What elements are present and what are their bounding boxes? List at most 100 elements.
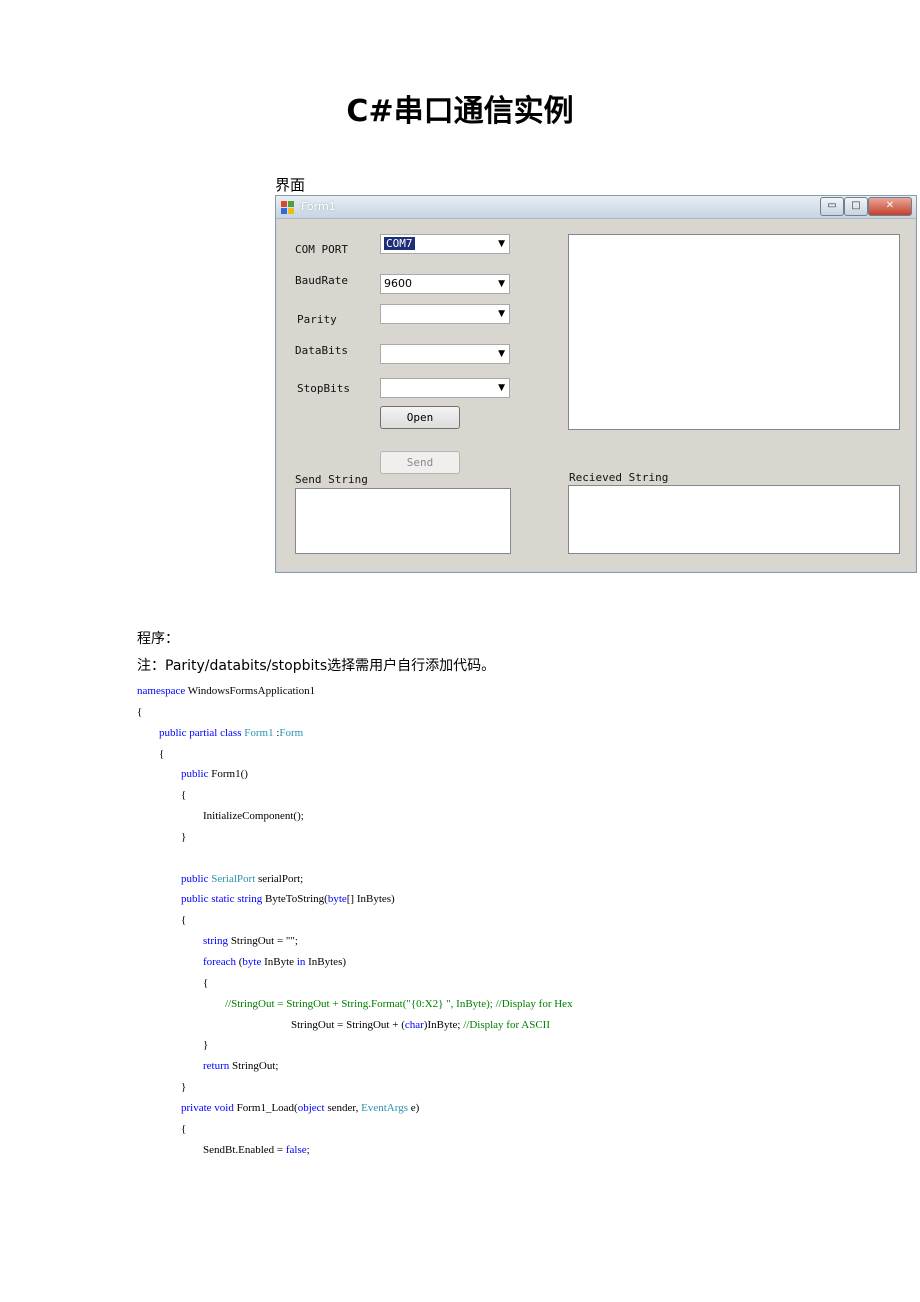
code-line: {: [137, 744, 573, 765]
code-token: [] InBytes): [346, 893, 395, 906]
app-icon: [281, 201, 294, 214]
code-token: WindowsFormsApplication1: [185, 685, 316, 697]
com-port-combo[interactable]: COM7 ▼: [380, 234, 510, 254]
chevron-down-icon[interactable]: ▼: [498, 279, 505, 289]
code-token: serialPort;: [255, 872, 304, 885]
code-token: SerialPort: [211, 872, 256, 885]
baud-rate-combo[interactable]: 9600 ▼: [380, 274, 510, 294]
code-line: SendBt.Enabled = false;: [137, 1140, 573, 1161]
code-token: }: [137, 1039, 209, 1052]
code-line: }: [137, 827, 573, 848]
code-token: sender,: [324, 1101, 362, 1114]
code-token: {: [137, 914, 187, 927]
code-token: false: [285, 1143, 307, 1156]
code-token: public partial class: [159, 726, 242, 739]
code-token: ;: [306, 1143, 310, 1156]
code-token: char: [404, 1018, 424, 1031]
send-string-label: Send String: [295, 473, 368, 486]
code-line: namespace WindowsFormsApplication1: [137, 681, 573, 702]
code-token: InBytes): [305, 955, 347, 968]
code-token: byte: [327, 893, 347, 906]
parity-label: Parity: [297, 313, 337, 326]
code-line: InitializeComponent();: [137, 806, 573, 827]
code-token: public static string: [181, 893, 263, 906]
send-button[interactable]: Send: [380, 451, 460, 474]
code-line: {: [137, 1119, 573, 1140]
code-token: Form: [279, 726, 304, 739]
com-port-value: COM7: [384, 237, 415, 250]
send-string-textbox[interactable]: [295, 488, 511, 554]
parity-combo[interactable]: ▼: [380, 304, 510, 324]
window-title: Form1: [301, 200, 336, 213]
code-token: Form1(): [208, 768, 248, 781]
code-line: string StringOut = "";: [137, 931, 573, 952]
com-port-label: COM PORT: [295, 243, 348, 256]
code-line: public partial class Form1 :Form: [137, 723, 573, 744]
code-listing: namespace WindowsFormsApplication1 { publ…: [137, 681, 573, 1160]
receive-log-textbox[interactable]: [568, 234, 900, 430]
code-line: }: [137, 1035, 573, 1056]
section-heading: 程序：: [137, 631, 179, 647]
code-line: {: [137, 973, 573, 994]
received-string-textbox[interactable]: [568, 485, 900, 554]
close-button[interactable]: ✕: [868, 197, 912, 216]
code-line: }: [137, 1077, 573, 1098]
figure-caption: 界面: [275, 176, 306, 194]
chevron-down-icon[interactable]: ▼: [498, 239, 505, 249]
code-token: StringOut;: [229, 1060, 279, 1073]
code-token: {: [137, 747, 165, 760]
code-token: string: [203, 935, 229, 948]
code-token: {: [137, 1122, 187, 1135]
open-button[interactable]: Open: [380, 406, 460, 429]
code-token: InByte: [261, 955, 297, 968]
window-titlebar[interactable]: Form1 ▭ □ ✕: [276, 196, 916, 219]
code-token: StringOut = "";: [228, 935, 298, 948]
code-token: InitializeComponent();: [137, 810, 304, 823]
chevron-down-icon[interactable]: ▼: [498, 383, 505, 393]
code-line: public Form1(): [137, 764, 573, 785]
baud-rate-label: BaudRate: [295, 274, 348, 287]
code-token: private void: [181, 1101, 234, 1114]
code-token: {: [137, 705, 143, 718]
code-line: //StringOut = StringOut + String.Format(…: [137, 994, 573, 1015]
code-token: namespace: [137, 685, 186, 697]
code-token: foreach: [203, 955, 236, 968]
code-token: {: [137, 789, 187, 802]
code-token: public: [181, 872, 209, 885]
code-line: public SerialPort serialPort;: [137, 869, 573, 890]
code-token: StringOut = StringOut + (: [137, 1018, 405, 1031]
code-token: EventArgs: [361, 1101, 408, 1114]
code-token: )InByte;: [423, 1018, 464, 1031]
chevron-down-icon[interactable]: ▼: [498, 309, 505, 319]
code-line: StringOut = StringOut + (char)InByte; //…: [137, 1015, 573, 1036]
minimize-button[interactable]: ▭: [820, 197, 844, 216]
maximize-button[interactable]: □: [844, 197, 868, 216]
code-token: SendBt.Enabled =: [137, 1143, 286, 1156]
code-token: Form1_Load(: [233, 1101, 298, 1114]
data-bits-label: DataBits: [295, 344, 348, 357]
code-line: foreach (byte InByte in InBytes): [137, 952, 573, 973]
form1-window: Form1 ▭ □ ✕ COM PORT COM7 ▼ BaudRate 960…: [275, 195, 917, 573]
code-token: Form1: [244, 726, 274, 739]
chevron-down-icon[interactable]: ▼: [498, 349, 505, 359]
code-line: {: [137, 702, 573, 723]
data-bits-combo[interactable]: ▼: [380, 344, 510, 364]
code-line: public static string ByteToString(byte[]…: [137, 889, 573, 910]
code-token: public: [181, 768, 209, 781]
stop-bits-label: StopBits: [297, 382, 350, 395]
document-title: C#串口通信实例: [346, 94, 574, 129]
code-token: ByteToString(: [262, 893, 328, 906]
stop-bits-combo[interactable]: ▼: [380, 378, 510, 398]
code-line: private void Form1_Load(object sender, E…: [137, 1098, 573, 1119]
code-token: //StringOut = StringOut + String.Format(…: [225, 997, 573, 1010]
code-token: return: [203, 1060, 230, 1073]
